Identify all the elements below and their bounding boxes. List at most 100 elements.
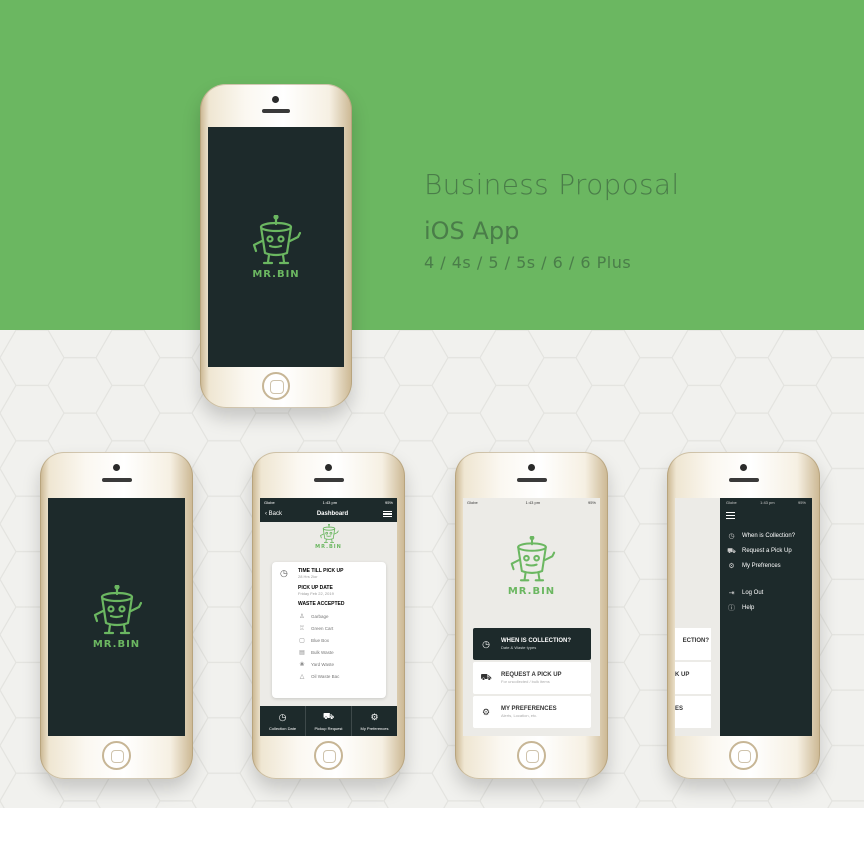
list-item: ♙ Garbage [298,610,378,622]
dashboard-screen: Globe 1:43 pm 95% ‹ Back Dashboard MR.BI… [260,498,397,736]
cart-icon: ♖ [299,625,305,632]
waste-list: ♙ Garbage ♖ Green Cart ▢ Blue Box ▤ Bulk Was… [298,610,378,682]
back-button[interactable]: ‹ Back [265,511,282,517]
home-button[interactable] [102,741,131,770]
status-bar: Globe 1:43 pm 95% [726,498,806,506]
clock-time: 1:43 pm [760,499,775,505]
drawer-secondary-list: ⇥ Log Out ⓘ Help [726,586,806,616]
speaker-icon [102,478,132,482]
drawer-item-label: Log Out [742,590,764,597]
time-till-row: ◷ TIME TILL PICK UP 28 Hrs 2ior [280,568,378,579]
app-logo: MR.BIN [260,524,397,550]
peek-button[interactable]: ES [675,696,711,728]
waste-item-label: Yard Waste [311,661,335,667]
pickup-date-value: Friday Feb 22, 2019 [298,591,334,596]
logo-text: MR.BIN [252,268,300,280]
main-title: Business Proposal [424,168,680,201]
peek-label: ECTION? [682,638,709,644]
clock-icon: ◷ [280,568,288,578]
home-button[interactable] [517,741,546,770]
drawer-item-preferences[interactable]: ⚙ My Prefrences [726,559,806,574]
camera-icon [325,464,332,471]
warning-icon: △ [299,673,305,680]
peek-button[interactable]: ECTION? [675,628,711,660]
drawer-primary-list: ◷ When is Collection? ⛟ Request a Pick Up … [726,529,806,574]
battery: 95% [384,499,393,505]
top-green-band [0,0,864,330]
menu-sub: For uncollected / bulk items [501,679,550,684]
tab-label: Pickup Request [314,726,343,731]
back-label: Back [268,511,283,517]
app-logo: MR.BIN [89,584,145,650]
clock-icon: ◷ [278,711,287,722]
home-button[interactable] [314,741,343,770]
phone-drawer: ECTION? K UP ES Globe 1:43 pm 95% ◷ When … [667,452,820,779]
robot-bin-icon [252,214,302,264]
tab-pickup-request[interactable]: ⛟ Pickup Request [306,706,352,736]
menu-title: MY PREFERENCES [501,706,557,712]
clock-time: 1:43 pm [525,499,541,505]
home-button[interactable] [729,741,758,770]
home-menu-screen: Globe 1:43 pm 95% MR.BIN ◷ WHEN IS COLLE… [463,498,600,736]
peek-button[interactable]: K UP [675,662,711,694]
drawer-item-label: My Prefrences [742,563,781,570]
peek-content: ECTION? K UP ES [675,498,720,736]
list-item: ▤ Bulk Waste [298,646,378,658]
drawer-item-collection[interactable]: ◷ When is Collection? [726,529,806,544]
tab-my-preferences[interactable]: ⚙ My Preferences [352,706,397,736]
tab-label: Collection Date [268,725,297,731]
bulk-icon: ▤ [299,649,305,656]
gear-icon: ⚙ [481,706,491,717]
subtitle: iOS App [424,217,520,245]
nav-title: Dashboard [316,511,349,517]
list-item: ▢ Blue Box [298,634,378,646]
logo-text: MR.BIN [315,544,342,550]
splash-screen: MR.BIN [48,498,185,736]
when-is-collection-button[interactable]: ◷ WHEN IS COLLECTION? Date & Waste types [473,628,591,660]
menu-icon[interactable] [382,510,392,518]
my-preferences-button[interactable]: ⚙ MY PREFERENCES Alerts, Location, etc. [473,696,591,728]
status-bar: Globe 1:43 pm 95% [260,498,397,506]
truck-icon: ⛟ [322,711,335,721]
waste-item-label: Garbage [311,613,329,619]
drawer-item-label: Request a Pick Up [742,548,792,555]
waste-item-label: Oil Waste Bac [311,673,340,679]
truck-icon: ⛟ [480,672,492,682]
home-button[interactable] [262,372,290,400]
camera-icon [272,96,279,103]
robot-bin-icon [510,536,555,582]
time-till-value: 28 Hrs 2ior [298,574,318,579]
clock-time: 1:43 pm [322,499,338,505]
logout-icon: ⇥ [728,590,735,598]
drawer-item-label: Help [742,605,755,612]
request-pickup-button[interactable]: ⛟ REQUEST A PICK UP For uncollected / bul… [473,662,591,694]
camera-icon [113,464,120,471]
drawer-item-pickup[interactable]: ⛟ Request a Pick Up [726,544,806,559]
bottom-white-band [0,808,864,864]
robot-bin-icon [319,524,339,543]
tab-collection-date[interactable]: ◷ Collection Date [260,706,306,736]
speaker-icon [517,478,547,482]
menu-sub: Date & Waste types [501,645,537,650]
robot-bin-icon [93,584,142,634]
logo-text: MR.BIN [92,638,141,650]
menu-icon[interactable] [726,512,735,519]
drawer-item-help[interactable]: ⓘ Help [726,601,806,616]
waste-item-label: Bulk Waste [311,649,334,655]
menu-title: WHEN IS COLLECTION? [501,638,571,644]
battery: 95% [797,499,806,505]
camera-icon [528,464,535,471]
logo-text: MR.BIN [507,586,556,597]
speaker-icon [314,478,344,482]
carrier: Globe [726,499,737,505]
gear-icon: ⚙ [728,563,735,571]
carrier: Globe [467,499,478,505]
help-icon: ⓘ [728,605,735,613]
phone-dashboard: Globe 1:43 pm 95% ‹ Back Dashboard MR.BI… [252,452,405,779]
app-logo: MR.BIN [248,214,304,280]
list-item: ♖ Green Cart [298,622,378,634]
device-models: 4 / 4s / 5 / 5s / 6 / 6 Plus [424,253,632,272]
waste-label: WASTE ACCEPTED [298,601,345,607]
drawer-item-logout[interactable]: ⇥ Log Out [726,586,806,601]
clock-icon: ◷ [482,638,490,649]
